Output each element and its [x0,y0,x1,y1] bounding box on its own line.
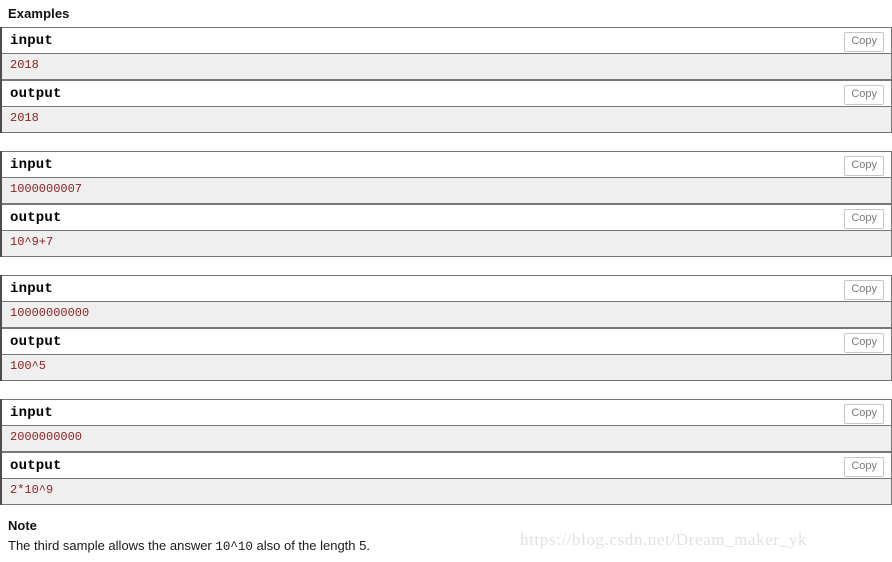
sample-test: input Copy 1000000007 output Copy 10^9+7 [0,151,892,257]
output-value-row: 2*10^9 [2,479,892,505]
output-value[interactable]: 2*10^9 [2,481,891,500]
output-value[interactable]: 100^5 [2,357,891,376]
sample-test: input Copy 2018 output Copy 2018 [0,27,892,133]
copy-output-button[interactable]: Copy [844,333,884,353]
output-label: output [10,86,62,102]
note-text-before: The third sample allows the answer [8,538,216,553]
input-value[interactable]: 10000000000 [2,304,891,323]
note-inline-code: 10^10 [215,540,253,554]
output-header: output Copy [2,80,892,107]
output-header: output Copy [2,452,892,479]
copy-input-button[interactable]: Copy [844,404,884,424]
sample-tests-container: input Copy 2018 output Copy 2018 input C… [0,27,892,505]
input-label: input [10,405,54,421]
sample-test: input Copy 10000000000 output Copy 100^5 [0,275,892,381]
sample-test: input Copy 2000000000 output Copy 2*10^9 [0,399,892,505]
input-label: input [10,281,54,297]
output-value-row: 100^5 [2,355,892,381]
output-header: output Copy [2,204,892,231]
input-value-row: 10000000000 [2,302,892,328]
input-value[interactable]: 2018 [2,56,891,75]
output-label: output [10,458,62,474]
examples-heading: Examples [8,6,70,21]
copy-output-button[interactable]: Copy [844,209,884,229]
problem-statement-page: Examples input Copy 2018 output Copy 201… [0,0,892,556]
input-header: input Copy [2,399,892,426]
copy-output-button[interactable]: Copy [844,457,884,477]
output-value-row: 10^9+7 [2,231,892,257]
input-header: input Copy [2,151,892,178]
copy-input-button[interactable]: Copy [844,280,884,300]
input-value-row: 2018 [2,54,892,80]
output-value[interactable]: 2018 [2,109,891,128]
output-label: output [10,334,62,350]
input-value[interactable]: 1000000007 [2,180,891,199]
output-value[interactable]: 10^9+7 [2,233,891,252]
input-label: input [10,33,54,49]
input-value-row: 2000000000 [2,426,892,452]
input-header: input Copy [2,27,892,54]
watermark-url: https://blog.csdn.net/Dream_maker_yk [520,530,807,549]
copy-output-button[interactable]: Copy [844,85,884,105]
output-label: output [10,210,62,226]
input-value-row: 1000000007 [2,178,892,204]
input-value[interactable]: 2000000000 [2,428,891,447]
output-header: output Copy [2,328,892,355]
input-label: input [10,157,54,173]
copy-input-button[interactable]: Copy [844,156,884,176]
output-value-row: 2018 [2,107,892,133]
copy-input-button[interactable]: Copy [844,32,884,52]
note-text-after: also of the length 5. [252,538,370,553]
input-header: input Copy [2,275,892,302]
